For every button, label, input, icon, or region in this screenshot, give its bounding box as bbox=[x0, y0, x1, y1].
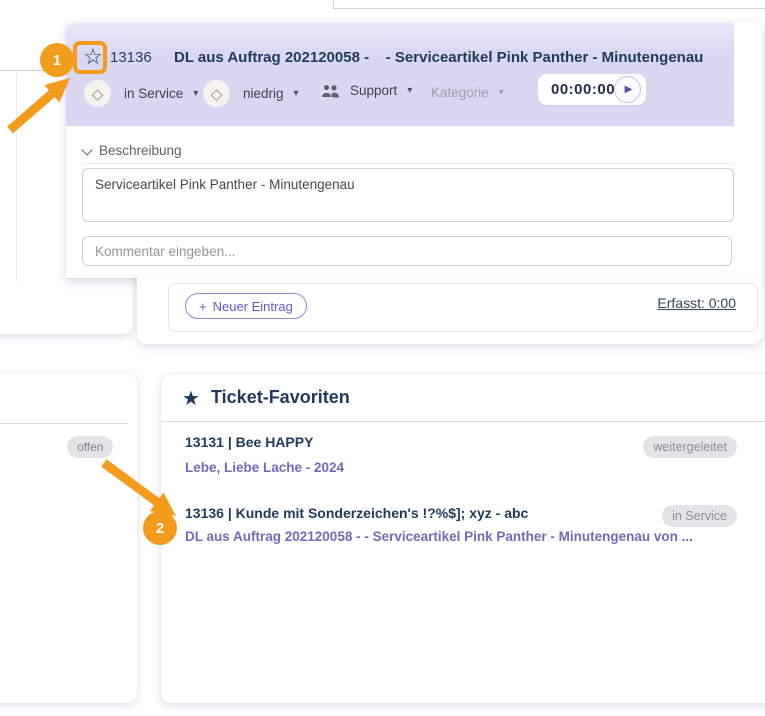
plus-icon: + bbox=[199, 299, 207, 314]
favorite-item-subtitle-link[interactable]: Lebe, Liebe Lache - 2024 bbox=[185, 460, 344, 475]
entries-footer-card: + Neuer Eintrag Erfasst: 0:00 bbox=[168, 283, 758, 332]
favorite-item-title[interactable]: 13136 | Kunde mit Sonderzeichen's !?%$];… bbox=[185, 505, 528, 521]
status-dropdown[interactable]: ◇ in Service ▾ bbox=[84, 80, 198, 107]
time-tracker: 00:00:00 ▶ bbox=[538, 74, 646, 105]
ticket-number: 13136 bbox=[110, 49, 152, 66]
timer-value: 00:00:00 bbox=[551, 81, 615, 98]
people-icon bbox=[321, 84, 340, 98]
favorites-heading: Ticket-Favoriten bbox=[211, 387, 350, 408]
play-icon: ▶ bbox=[625, 84, 633, 95]
category-label: Kategorie bbox=[431, 85, 489, 100]
priority-dropdown[interactable]: ◇ niedrig ▾ bbox=[203, 80, 299, 107]
chevron-down-icon: ▾ bbox=[294, 88, 299, 99]
comment-input[interactable] bbox=[82, 236, 732, 266]
favorites-divider bbox=[161, 421, 765, 422]
annotation-step-1-badge: 1 bbox=[40, 43, 74, 77]
timer-play-button[interactable]: ▶ bbox=[614, 76, 641, 103]
description-divider bbox=[82, 163, 734, 164]
left-panel-bottom-card: offen bbox=[0, 373, 137, 703]
chevron-down-icon: ▾ bbox=[499, 87, 504, 98]
left-panel-inner-divider bbox=[16, 73, 17, 283]
favorite-item-title[interactable]: 13131 | Bee HAPPY bbox=[185, 434, 313, 450]
team-label: Support bbox=[350, 83, 397, 98]
favorite-item-status-badge: in Service bbox=[662, 505, 737, 527]
team-dropdown[interactable]: Support ▾ bbox=[321, 83, 412, 98]
recorded-time-link[interactable]: Erfasst: 0:00 bbox=[657, 295, 736, 311]
status-badge-offen: offen bbox=[67, 436, 113, 458]
priority-diamond-icon: ◇ bbox=[203, 80, 230, 107]
left-panel-divider bbox=[0, 423, 128, 424]
status-diamond-icon: ◇ bbox=[84, 80, 111, 107]
star-filled-icon: ★ bbox=[182, 386, 200, 411]
chevron-down-icon: ▾ bbox=[407, 85, 412, 96]
top-card-bottom-edge bbox=[333, 8, 765, 9]
new-entry-label: Neuer Eintrag bbox=[213, 299, 293, 314]
collapse-chevron-icon[interactable] bbox=[81, 144, 92, 155]
description-text: Serviceartikel Pink Panther - Minutengen… bbox=[95, 177, 355, 192]
favorite-item-status-badge: weitergeleitet bbox=[643, 436, 737, 458]
status-label: in Service bbox=[124, 86, 183, 101]
ticket-favorites-card: ★ Ticket-Favoriten 13131 | Bee HAPPY wei… bbox=[161, 375, 765, 703]
app-screenshot: { "annotation": { "step1": "1", "step2":… bbox=[0, 0, 765, 716]
ticket-detail-card: ☆ 13136 DL aus Auftrag 202120058 - - Ser… bbox=[66, 22, 762, 279]
favorite-item-subtitle-link[interactable]: DL aus Auftrag 202120058 - - Servicearti… bbox=[185, 529, 693, 544]
new-entry-button[interactable]: + Neuer Eintrag bbox=[185, 293, 307, 319]
top-card-left-edge bbox=[333, 0, 334, 8]
chevron-down-icon: ▾ bbox=[193, 88, 198, 99]
ticket-header: ☆ 13136 DL aus Auftrag 202120058 - - Ser… bbox=[66, 22, 734, 126]
annotation-step-2-badge: 2 bbox=[143, 511, 177, 545]
category-dropdown[interactable]: Kategorie ▾ bbox=[431, 85, 504, 100]
priority-label: niedrig bbox=[243, 86, 284, 101]
annotation-highlight-box bbox=[73, 41, 107, 74]
description-field[interactable]: Serviceartikel Pink Panther - Minutengen… bbox=[82, 168, 734, 222]
description-section-label: Beschreibung bbox=[99, 143, 182, 158]
ticket-title: DL aus Auftrag 202120058 - - Servicearti… bbox=[174, 49, 729, 66]
